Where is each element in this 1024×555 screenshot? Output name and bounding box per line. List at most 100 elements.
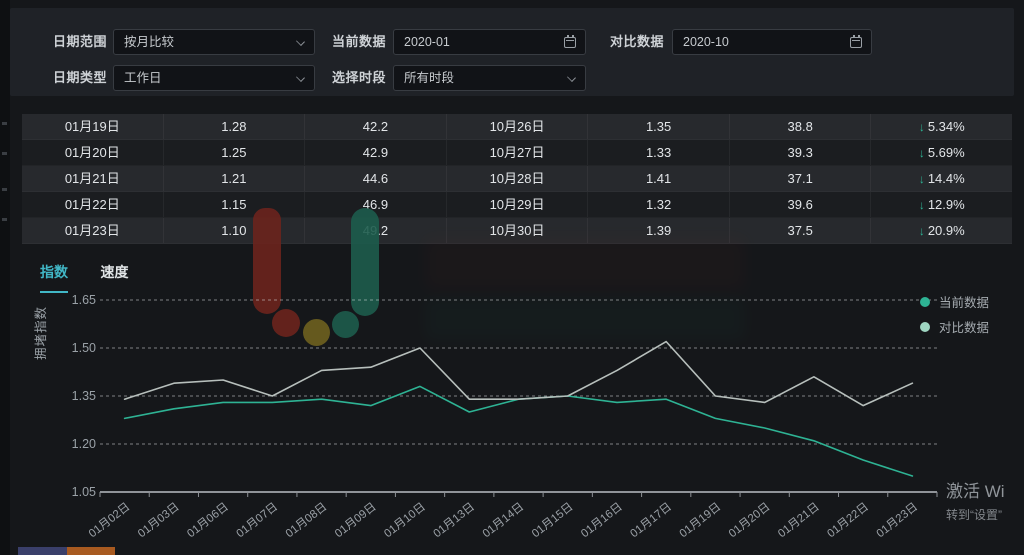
table-cell: 42.9 (305, 140, 447, 165)
tab-speed[interactable]: 速度 (100, 262, 128, 291)
date-type-select[interactable]: 工作日 (113, 65, 315, 91)
table-cell: ↓5.69% (871, 140, 1012, 165)
date-range-label: 日期范围 (53, 29, 107, 55)
y-axis-tick-label: 1.35 (72, 389, 96, 403)
date-range-select[interactable]: 按月比较 (113, 29, 315, 55)
table-row[interactable]: 01月20日1.2542.910月27日1.3339.3↓5.69% (22, 140, 1012, 166)
table-cell: 39.3 (730, 140, 872, 165)
table-cell: 01月20日 (22, 140, 164, 165)
x-axis-tick-label: 01月13日 (431, 501, 477, 540)
time-period-value: 所有时段 (404, 71, 454, 85)
table-cell: ↓14.4% (871, 166, 1012, 191)
tab-index[interactable]: 指数 (40, 262, 68, 293)
legend-item-current[interactable]: 当前数据 (920, 293, 989, 310)
table-cell: 01月21日 (22, 166, 164, 191)
table-cell: 39.6 (730, 192, 872, 217)
down-arrow-icon: ↓ (919, 146, 925, 160)
x-axis-tick-label: 01月22日 (825, 501, 871, 540)
watermark-logo-red-dot (272, 309, 300, 337)
table-cell: 1.21 (164, 166, 306, 191)
legend-dot-current (920, 297, 930, 307)
x-axis-tick-label: 01月17日 (628, 501, 674, 540)
table-row[interactable]: 01月19日1.2842.210月26日1.3538.8↓5.34% (22, 114, 1012, 140)
down-arrow-icon: ↓ (919, 198, 925, 212)
table-cell: 01月22日 (22, 192, 164, 217)
table-row[interactable]: 01月22日1.1546.910月29日1.3239.6↓12.9% (22, 192, 1012, 218)
windows-activation-line2: 转到“设置” (946, 506, 1024, 523)
compare-data-value: 2020-10 (683, 35, 729, 49)
filter-panel: 日期范围 按月比较 当前数据 2020-01 对比数据 2020-10 日期类型… (10, 8, 1014, 96)
table-cell: 37.5 (730, 218, 872, 243)
bottom-cutoff-widget-blue[interactable] (18, 547, 67, 555)
chevron-down-icon (567, 73, 576, 82)
windows-activation-notice: 激活 Wi 转到“设置” (946, 477, 1024, 523)
table-cell: 10月26日 (447, 114, 589, 139)
date-range-value: 按月比较 (124, 35, 174, 49)
table-cell: 10月29日 (447, 192, 589, 217)
table-cell: 10月30日 (447, 218, 589, 243)
table-cell: 1.28 (164, 114, 306, 139)
table-row[interactable]: 01月23日1.1049.210月30日1.3937.5↓20.9% (22, 218, 1012, 244)
compare-data-datepicker[interactable]: 2020-10 (672, 29, 872, 55)
table-cell: 46.9 (305, 192, 447, 217)
x-axis-tick-label: 01月02日 (87, 501, 133, 540)
legend-label-current: 当前数据 (939, 292, 989, 311)
x-axis-tick-label: 01月16日 (579, 501, 625, 540)
x-axis-tick-label: 01月19日 (678, 501, 724, 540)
table-cell: 1.10 (164, 218, 306, 243)
compare-data-label: 对比数据 (610, 29, 664, 55)
table-cell: 10月27日 (447, 140, 589, 165)
legend-item-compare[interactable]: 对比数据 (920, 318, 989, 335)
current-data-value: 2020-01 (404, 35, 450, 49)
table-cell: 1.15 (164, 192, 306, 217)
down-arrow-icon: ↓ (919, 120, 925, 134)
watermark-logo-teal-dot (332, 311, 359, 338)
date-type-value: 工作日 (124, 71, 162, 85)
series-line-1 (125, 342, 913, 406)
table-row[interactable]: 01月21日1.2144.610月28日1.4137.1↓14.4% (22, 166, 1012, 192)
x-axis-tick-label: 01月09日 (333, 501, 379, 540)
x-axis-tick-label: 01月20日 (727, 501, 773, 540)
table-cell: 1.25 (164, 140, 306, 165)
y-axis-tick-label: 1.20 (72, 437, 96, 451)
comparison-table-body: 01月19日1.2842.210月26日1.3538.8↓5.34%01月20日… (22, 114, 1012, 244)
table-cell: 38.8 (730, 114, 872, 139)
table-cell: 49.2 (305, 218, 447, 243)
windows-activation-line1: 激活 Wi (946, 477, 1024, 502)
date-type-label: 日期类型 (53, 65, 107, 91)
y-axis-tick-label: 1.65 (72, 293, 96, 307)
watermark-text-blur-red (425, 238, 745, 290)
down-arrow-icon: ↓ (919, 172, 925, 186)
comparison-table: 01月19日1.2842.210月26日1.3538.8↓5.34%01月20日… (22, 114, 1012, 244)
current-data-datepicker[interactable]: 2020-01 (393, 29, 586, 55)
time-period-label: 选择时段 (332, 65, 386, 91)
table-cell: 44.6 (305, 166, 447, 191)
table-cell: 1.32 (588, 192, 730, 217)
watermark-text-blur-teal (425, 298, 745, 340)
table-cell: ↓12.9% (871, 192, 1012, 217)
y-axis-title: 拥堵指数 (30, 306, 49, 360)
x-axis-tick-label: 01月03日 (136, 501, 182, 540)
x-axis-tick-label: 01月21日 (776, 501, 822, 540)
calendar-icon (564, 37, 576, 48)
left-edge-strip (0, 0, 10, 555)
chevron-down-icon (296, 37, 305, 46)
chart-legend: 当前数据 对比数据 (920, 293, 989, 343)
current-data-label: 当前数据 (332, 29, 386, 55)
x-axis-tick-label: 01月08日 (284, 501, 330, 540)
series-line-0 (125, 386, 913, 476)
time-period-select[interactable]: 所有时段 (393, 65, 586, 91)
table-cell: ↓20.9% (871, 218, 1012, 243)
y-axis-tick-label: 1.05 (72, 485, 96, 499)
table-cell: 37.1 (730, 166, 872, 191)
calendar-icon (850, 37, 862, 48)
table-cell: 01月19日 (22, 114, 164, 139)
table-cell: 01月23日 (22, 218, 164, 243)
bottom-cutoff-widget-orange[interactable] (67, 547, 115, 555)
x-axis-tick-label: 01月10日 (382, 501, 428, 540)
x-axis-tick-label: 01月14日 (481, 501, 527, 540)
legend-label-compare: 对比数据 (939, 317, 989, 336)
down-arrow-icon: ↓ (919, 224, 925, 238)
y-axis-tick-label: 1.50 (72, 341, 96, 355)
table-cell: 1.39 (588, 218, 730, 243)
